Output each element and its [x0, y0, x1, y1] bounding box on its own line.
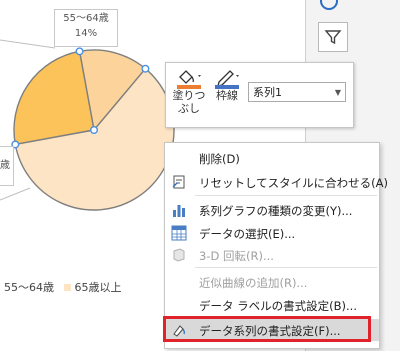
data-label-55-64[interactable]: 55～64歳 14%: [54, 9, 118, 47]
menu-item-format-data-labels[interactable]: データ ラベルの書式設定(B)...: [165, 294, 379, 316]
selection-handle[interactable]: [89, 125, 98, 134]
paint-bucket-icon: [179, 70, 201, 84]
pie-chart[interactable]: [11, 47, 175, 211]
legend-swatch: [63, 284, 71, 291]
pie-slice-middle[interactable]: [13, 50, 95, 146]
reset-style-icon: [172, 175, 185, 189]
menu-item-delete[interactable]: 削除(D): [165, 147, 379, 169]
highlight-box: [163, 316, 371, 342]
leader-line: [0, 39, 56, 49]
data-label-left-text: 歳: [0, 160, 10, 171]
leader-line: [0, 187, 31, 201]
data-table-icon: [171, 225, 187, 241]
menu-item-add-trendline[interactable]: 近似曲線の追加(R)...: [165, 271, 379, 293]
fill-label: 塗りつ ぶし: [172, 89, 206, 115]
outline-label: 枠線: [216, 89, 238, 102]
selection-handle[interactable]: [75, 47, 84, 56]
selection-handle[interactable]: [141, 64, 150, 73]
mini-toolbar: 塗りつ ぶし 枠線 系列1 ▼: [165, 62, 354, 128]
chart-legend[interactable]: 55～64歳 65歳以上: [0, 279, 122, 295]
legend-entry: 55～64歳: [4, 281, 54, 294]
menu-separator: [195, 267, 377, 268]
legend-entry: 65歳以上: [74, 281, 122, 294]
funnel-icon: [324, 30, 342, 45]
series-select[interactable]: 系列1 ▼: [248, 82, 346, 102]
series-select-value: 系列1: [253, 86, 282, 99]
fill-button[interactable]: 塗りつ ぶし: [172, 67, 206, 115]
chart-styles-button[interactable]: [318, 0, 340, 12]
menu-separator: [195, 195, 377, 196]
menu-item-3d-rotation[interactable]: 3-D 回転(R)...: [165, 244, 379, 266]
menu-item-reset-style[interactable]: リセットしてスタイルに合わせる(A): [165, 171, 388, 193]
menu-item-select-data[interactable]: データの選択(E)...: [165, 222, 379, 244]
pen-icon: [217, 70, 239, 87]
data-label-left[interactable]: 歳: [0, 146, 14, 186]
menu-item-change-chart-type[interactable]: 系列グラフの種類の変更(Y)...: [165, 199, 379, 221]
outline-button[interactable]: 枠線: [210, 67, 244, 102]
brush-icon: [320, 0, 338, 10]
dropdown-arrow-icon: ▼: [334, 88, 341, 97]
bar-chart-icon: [173, 205, 185, 217]
chart-filter-button[interactable]: [318, 22, 348, 52]
3d-rotate-icon: [173, 248, 185, 262]
data-label-value: 14%: [74, 28, 98, 39]
